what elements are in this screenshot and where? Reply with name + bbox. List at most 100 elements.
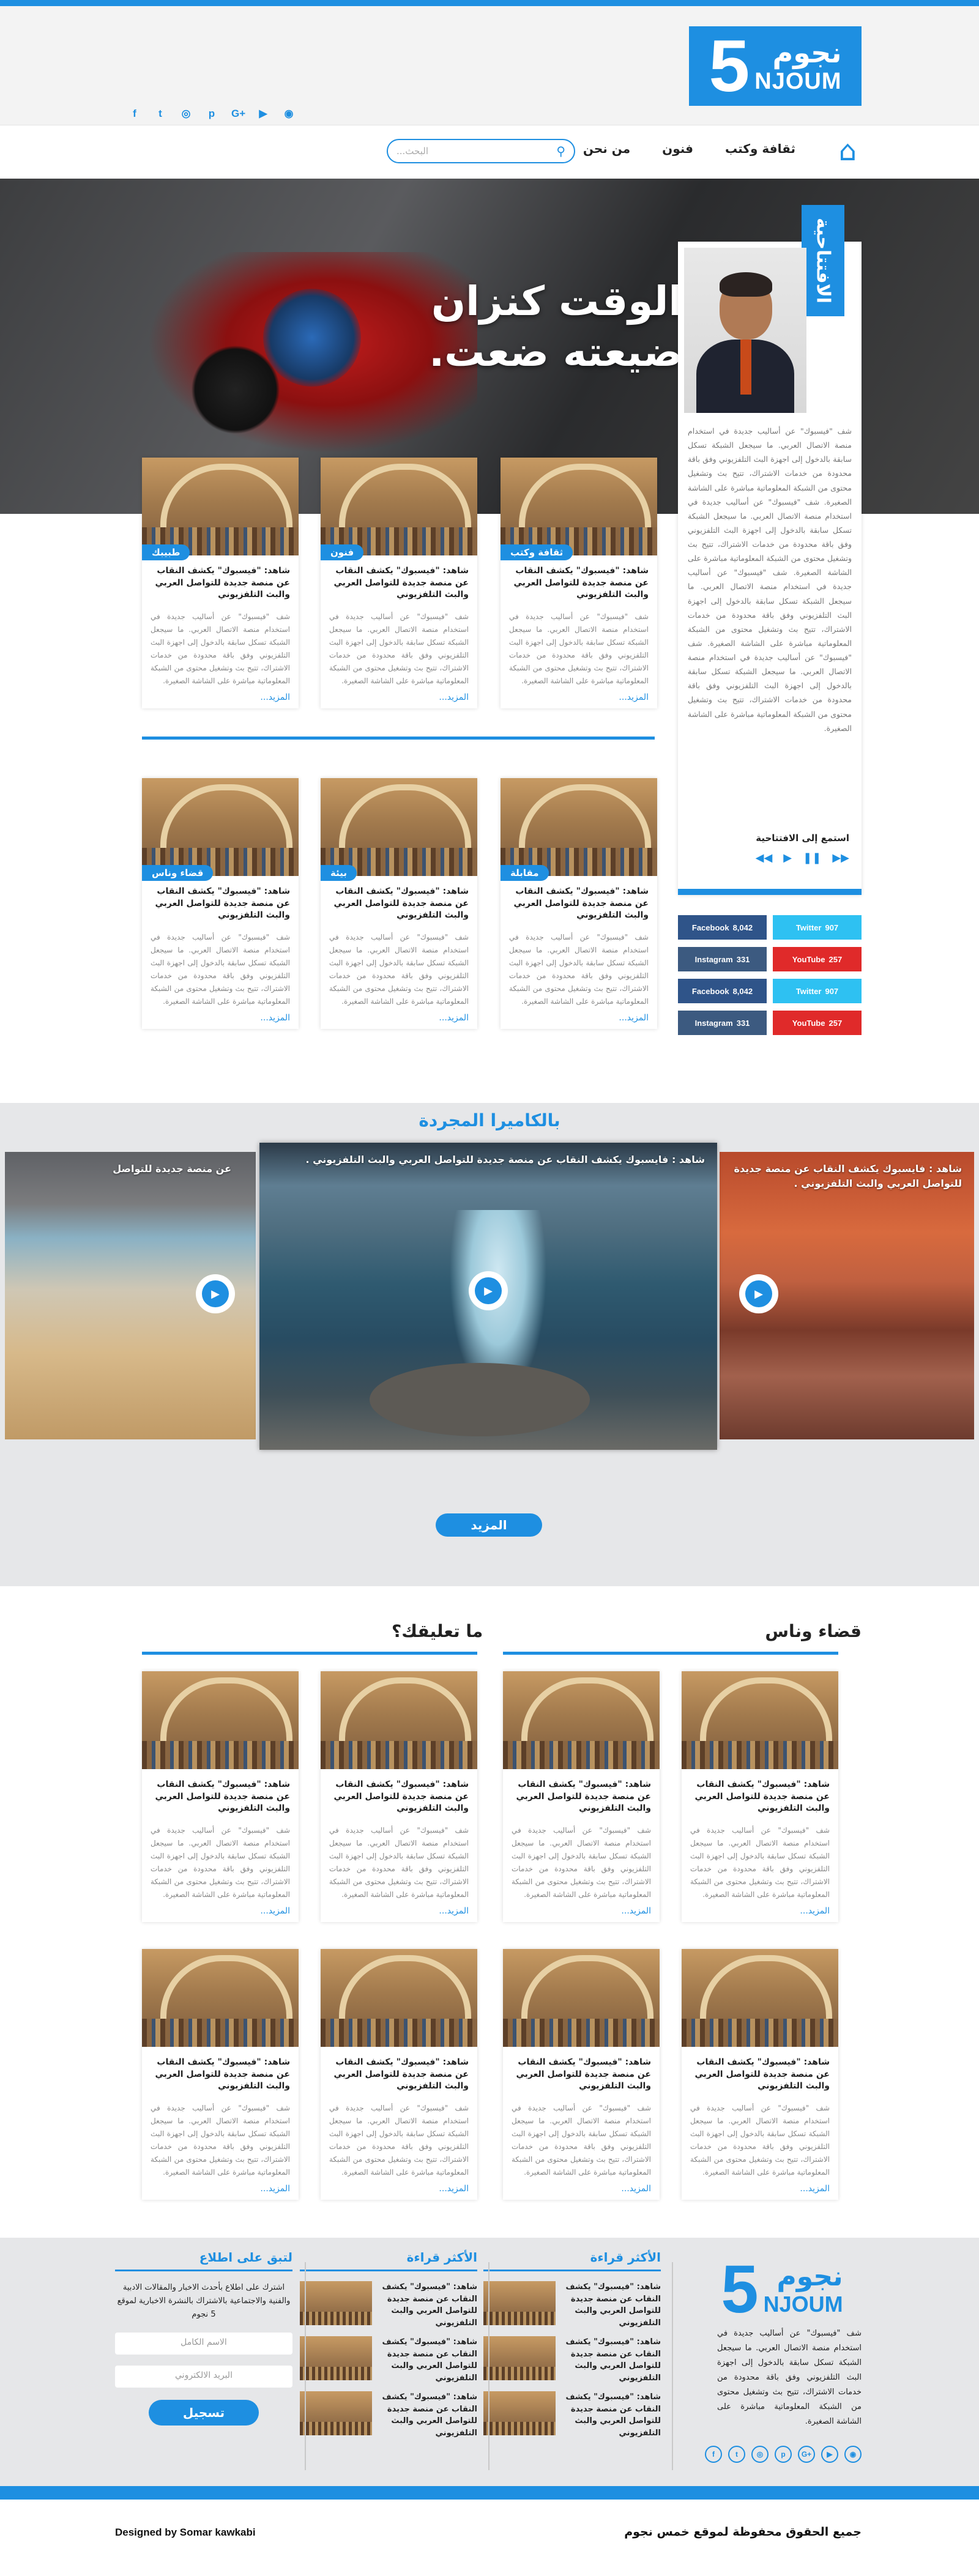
read-more-link[interactable]: المزيد... — [439, 1013, 469, 1023]
nav-item-culture-books[interactable]: ثقافة وكتب — [725, 141, 795, 156]
twitter-icon[interactable]: t — [154, 108, 166, 120]
article-card[interactable]: ثقافة وكتب شاهد: "فيسبوك" يكشف النقاب عن … — [501, 458, 657, 708]
social-counter-instagram[interactable]: Instagram 331 — [678, 947, 767, 971]
read-more-link[interactable]: المزيد... — [439, 1906, 469, 1916]
category-badge[interactable]: مقابلة — [501, 865, 549, 881]
article-card[interactable]: شاهد: "فيسبوك" يكشف النقاب عن منصة جديدة… — [142, 1671, 299, 1922]
instagram-icon[interactable]: ◎ — [180, 108, 192, 120]
article-title[interactable]: شاهد: "فيسبوك" يكشف النقاب عن منصة جديدة… — [151, 1779, 291, 1815]
article-card[interactable]: شاهد: "فيسبوك" يكشف النقاب عن منصة جديدة… — [321, 1949, 477, 2200]
google-plus-icon[interactable]: G+ — [798, 2446, 815, 2463]
register-button[interactable]: تسجيل — [149, 2400, 259, 2426]
category-badge[interactable]: طبيبك — [142, 544, 190, 560]
camera-slide-center[interactable]: شاهد : فايسبوك يكشف النقاب عن منصة جديدة… — [259, 1143, 717, 1450]
name-field[interactable]: الاسم الكامل — [115, 2333, 292, 2355]
camera-slide-right[interactable]: شاهد : فايسبوك يكشف النقاب عن منصة جديدة… — [720, 1152, 974, 1439]
logo-arabic: نجوم — [772, 36, 842, 70]
search-input[interactable]: ⚲ البحث... — [387, 139, 575, 163]
camera-slide-caption: شاهد : فايسبوك يكشف النقاب عن منصة جديدة… — [305, 1154, 705, 1165]
list-item[interactable]: شاهد: "فيسبوك" يكشف النقاب عن منصة جديدة… — [300, 2391, 477, 2446]
article-title[interactable]: شاهد: "فيسبوك" يكشف النقاب عن منصة جديدة… — [151, 886, 291, 922]
article-title[interactable]: شاهد: "فيسبوك" يكشف النقاب عن منصة جديدة… — [509, 565, 649, 601]
read-more-link[interactable]: المزيد... — [260, 2184, 290, 2194]
read-more-link[interactable]: المزيد... — [260, 1013, 290, 1023]
article-card[interactable]: شاهد: "فيسبوك" يكشف النقاب عن منصة جديدة… — [682, 1949, 838, 2200]
pinterest-icon[interactable]: p — [775, 2446, 792, 2463]
article-card[interactable]: شاهد: "فيسبوك" يكشف النقاب عن منصة جديدة… — [503, 1671, 660, 1922]
pause-icon[interactable]: ❚❚ — [803, 852, 821, 864]
read-more-link[interactable]: المزيد... — [260, 692, 290, 702]
read-more-link[interactable]: المزيد... — [800, 1906, 830, 1916]
facebook-icon[interactable]: f — [705, 2446, 722, 2463]
search-icon[interactable]: ⚲ — [556, 144, 565, 158]
article-card[interactable]: طبيبك شاهد: "فيسبوك" يكشف النقاب عن منصة … — [142, 458, 299, 708]
youtube-icon[interactable]: ▶ — [821, 2446, 838, 2463]
article-title[interactable]: شاهد: "فيسبوك" يكشف النقاب عن منصة جديدة… — [329, 565, 469, 601]
category-badge[interactable]: فنون — [321, 544, 364, 560]
list-item[interactable]: شاهد: "فيسبوك" يكشف النقاب عن منصة جديدة… — [300, 2336, 477, 2391]
read-more-link[interactable]: المزيد... — [800, 2184, 830, 2194]
article-card[interactable]: قضاء وناس شاهد: "فيسبوك" يكشف النقاب عن م… — [142, 778, 299, 1029]
article-title[interactable]: شاهد: "فيسبوك" يكشف النقاب عن منصة جديدة… — [329, 2057, 469, 2093]
article-card[interactable]: بيئة شاهد: "فيسبوك" يكشف النقاب عن منصة ج… — [321, 778, 477, 1029]
facebook-icon[interactable]: f — [128, 108, 141, 120]
instagram-icon[interactable]: ◎ — [751, 2446, 769, 2463]
play-icon[interactable]: ▶ — [783, 852, 792, 864]
article-title[interactable]: شاهد: "فيسبوك" يكشف النقاب عن منصة جديدة… — [512, 2057, 652, 2093]
article-title[interactable]: شاهد: "فيسبوك" يكشف النقاب عن منصة جديدة… — [690, 2057, 830, 2093]
article-card[interactable]: شاهد: "فيسبوك" يكشف النقاب عن منصة جديدة… — [142, 1949, 299, 2200]
site-logo[interactable]: نجوم NJOUM 5 — [689, 26, 862, 106]
footer-logo[interactable]: نجوم NJOUM 5 — [702, 2256, 862, 2323]
article-card[interactable]: مقابلة شاهد: "فيسبوك" يكشف النقاب عن منصة… — [501, 778, 657, 1029]
article-title[interactable]: شاهد: "فيسبوك" يكشف النقاب عن منصة جديدة… — [329, 886, 469, 922]
category-badge[interactable]: قضاء وناس — [142, 865, 214, 881]
read-more-link[interactable]: المزيد... — [621, 2184, 651, 2194]
category-badge[interactable]: بيئة — [321, 865, 357, 881]
social-counter-twitter[interactable]: Twitter 907 — [773, 915, 862, 940]
article-title[interactable]: شاهد: "فيسبوك" يكشف النقاب عن منصة جديدة… — [690, 1779, 830, 1815]
read-more-link[interactable]: المزيد... — [439, 2184, 469, 2194]
google-plus-icon[interactable]: G+ — [231, 108, 245, 120]
play-button[interactable]: ▶ — [739, 1274, 778, 1313]
whatsapp-icon[interactable]: ◉ — [283, 108, 295, 120]
list-item[interactable]: شاهد: "فيسبوك" يكشف النقاب عن منصة جديدة… — [300, 2281, 477, 2336]
social-counter-twitter[interactable]: Twitter 907 — [773, 979, 862, 1003]
social-counter-facebook[interactable]: Facebook 8,042 — [678, 979, 767, 1003]
article-title[interactable]: شاهد: "فيسبوك" يكشف النقاب عن منصة جديدة… — [151, 565, 291, 601]
article-title[interactable]: شاهد: "فيسبوك" يكشف النقاب عن منصة جديدة… — [151, 2057, 291, 2093]
read-more-link[interactable]: المزيد... — [619, 1013, 649, 1023]
read-more-link[interactable]: المزيد... — [260, 1906, 290, 1916]
read-more-link[interactable]: المزيد... — [439, 692, 469, 702]
social-counter-youtube[interactable]: YouTube 257 — [773, 947, 862, 971]
read-more-link[interactable]: المزيد... — [619, 692, 649, 702]
social-counter-youtube[interactable]: YouTube 257 — [773, 1011, 862, 1035]
category-badge[interactable]: ثقافة وكتب — [501, 544, 573, 560]
pinterest-icon[interactable]: p — [206, 108, 218, 120]
social-counter-instagram[interactable]: Instagram 331 — [678, 1011, 767, 1035]
whatsapp-icon[interactable]: ◉ — [844, 2446, 862, 2463]
article-title[interactable]: شاهد: "فيسبوك" يكشف النقاب عن منصة جديدة… — [512, 1779, 652, 1815]
article-title[interactable]: شاهد: "فيسبوك" يكشف النقاب عن منصة جديدة… — [509, 886, 649, 922]
read-more-link[interactable]: المزيد... — [621, 1906, 651, 1916]
nav-item-arts[interactable]: فنون — [662, 141, 693, 156]
forward-icon[interactable]: ▶▶ — [832, 852, 849, 864]
email-field[interactable]: البريد الالكتروني — [115, 2366, 292, 2388]
article-card[interactable]: شاهد: "فيسبوك" يكشف النقاب عن منصة جديدة… — [321, 1671, 477, 1922]
youtube-icon[interactable]: ▶ — [257, 108, 269, 120]
article-card[interactable]: فنون شاهد: "فيسبوك" يكشف النقاب عن منصة ج… — [321, 458, 477, 708]
article-card[interactable]: شاهد: "فيسبوك" يكشف النقاب عن منصة جديدة… — [503, 1949, 660, 2200]
play-button[interactable]: ▶ — [469, 1271, 508, 1310]
nav-item-about[interactable]: من نحن — [583, 141, 630, 156]
list-item[interactable]: شاهد: "فيسبوك" يكشف النقاب عن منصة جديدة… — [483, 2281, 661, 2336]
article-title[interactable]: شاهد: "فيسبوك" يكشف النقاب عن منصة جديدة… — [329, 1779, 469, 1815]
play-button[interactable]: ▶ — [196, 1274, 235, 1313]
camera-slide-left[interactable]: عن منصة جديدة للتواصل ▶ — [5, 1152, 256, 1439]
twitter-icon[interactable]: t — [728, 2446, 745, 2463]
list-item[interactable]: شاهد: "فيسبوك" يكشف النقاب عن منصة جديدة… — [483, 2391, 661, 2446]
article-card[interactable]: شاهد: "فيسبوك" يكشف النقاب عن منصة جديدة… — [682, 1671, 838, 1922]
home-icon[interactable]: ⌂ — [839, 136, 857, 165]
camera-more-button[interactable]: المزيد — [436, 1513, 542, 1537]
rewind-icon[interactable]: ◀◀ — [756, 852, 773, 864]
list-item[interactable]: شاهد: "فيسبوك" يكشف النقاب عن منصة جديدة… — [483, 2336, 661, 2391]
social-counter-facebook[interactable]: Facebook 8,042 — [678, 915, 767, 940]
